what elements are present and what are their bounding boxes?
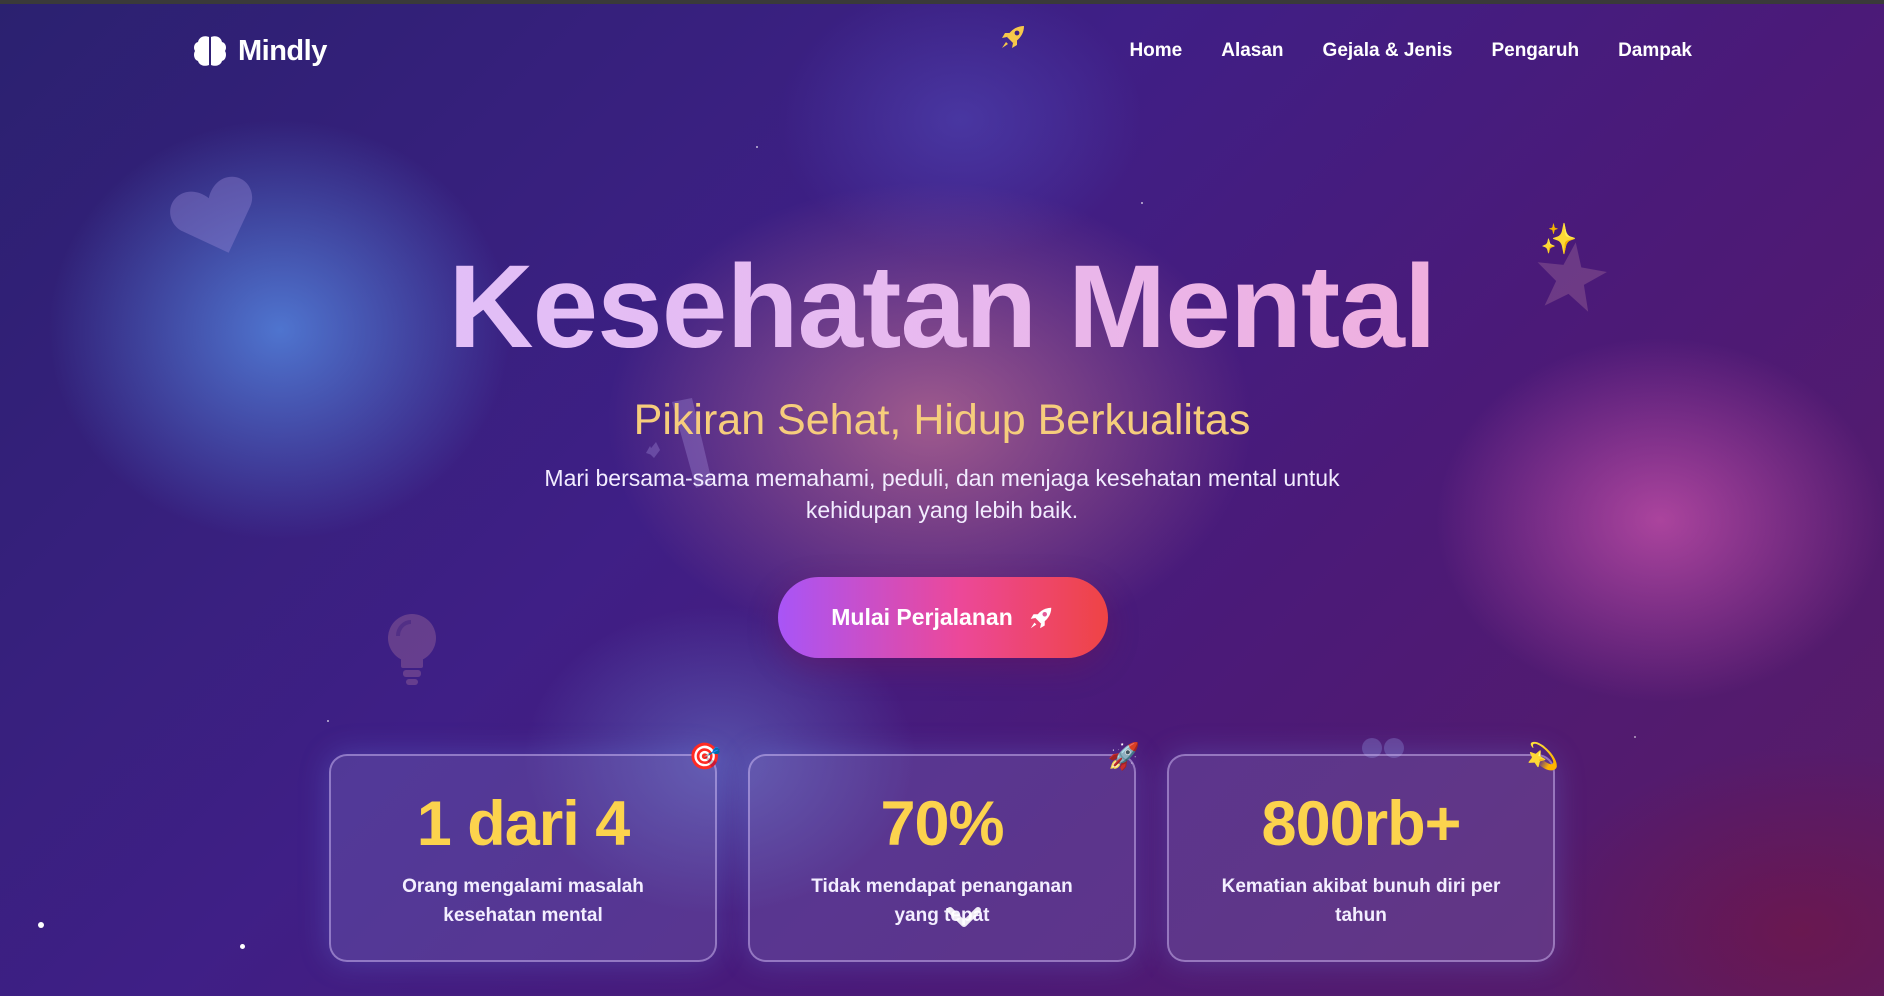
stat-card: 70% Tidak mendapat penanganan yang tepat… [748, 742, 1140, 962]
target-icon: 🎯 [688, 742, 721, 772]
brain-icon [194, 36, 226, 66]
floating-rocket-icon [998, 22, 1028, 59]
stat-value: 1 dari 4 [416, 789, 631, 859]
navbar: Mindly Home Alasan Gejala & Jenis Pengar… [0, 0, 1884, 104]
stat-value: 800rb+ [1261, 789, 1462, 859]
start-journey-label: Mulai Perjalanan [831, 604, 1013, 630]
hero-description: Mari bersama-sama memahami, peduli, dan … [544, 465, 1340, 523]
hero-title: Kesehatan Mental [0, 242, 1884, 372]
brand-name: Mindly [238, 34, 327, 67]
chevron-down-icon[interactable] [944, 904, 984, 934]
rocket-emoji-icon: 🚀 [1107, 742, 1140, 772]
stat-label: Tidak mendapat penanganan yang tepat [811, 876, 1073, 926]
lightbulb-icon [388, 614, 436, 685]
star-dot [38, 922, 44, 928]
nav-item-alasan[interactable]: Alasan [1221, 40, 1283, 62]
star-dot [240, 944, 245, 949]
nav-links: Home Alasan Gejala & Jenis Pengaruh Damp… [1129, 40, 1692, 62]
nav-item-home[interactable]: Home [1129, 40, 1182, 62]
star-dot [756, 146, 758, 148]
star-dot [327, 720, 329, 722]
dizzy-star-icon: 💫 [1526, 742, 1559, 772]
nav-item-dampak[interactable]: Dampak [1618, 40, 1692, 62]
stat-label: Orang mengalami masalah kesehatan mental [402, 876, 644, 926]
nav-item-pengaruh[interactable]: Pengaruh [1491, 40, 1579, 62]
rocket-icon [1030, 607, 1052, 628]
stat-card: 800rb+ Kematian akibat bunuh diri per ta… [1167, 742, 1559, 962]
star-dot [1141, 202, 1143, 204]
stat-value: 70% [880, 789, 1004, 859]
stat-label: Kematian akibat bunuh diri per tahun [1221, 876, 1501, 926]
start-journey-button[interactable]: Mulai Perjalanan [778, 577, 1108, 658]
star-dot [1634, 736, 1636, 738]
brand-logo[interactable]: Mindly [192, 34, 327, 68]
nav-item-gejala-jenis[interactable]: Gejala & Jenis [1323, 40, 1453, 62]
hero-subtitle: Pikiran Sehat, Hidup Berkualitas [633, 396, 1251, 444]
stat-card: 1 dari 4 Orang mengalami masalah kesehat… [329, 742, 721, 962]
window-top-border [0, 0, 1884, 4]
